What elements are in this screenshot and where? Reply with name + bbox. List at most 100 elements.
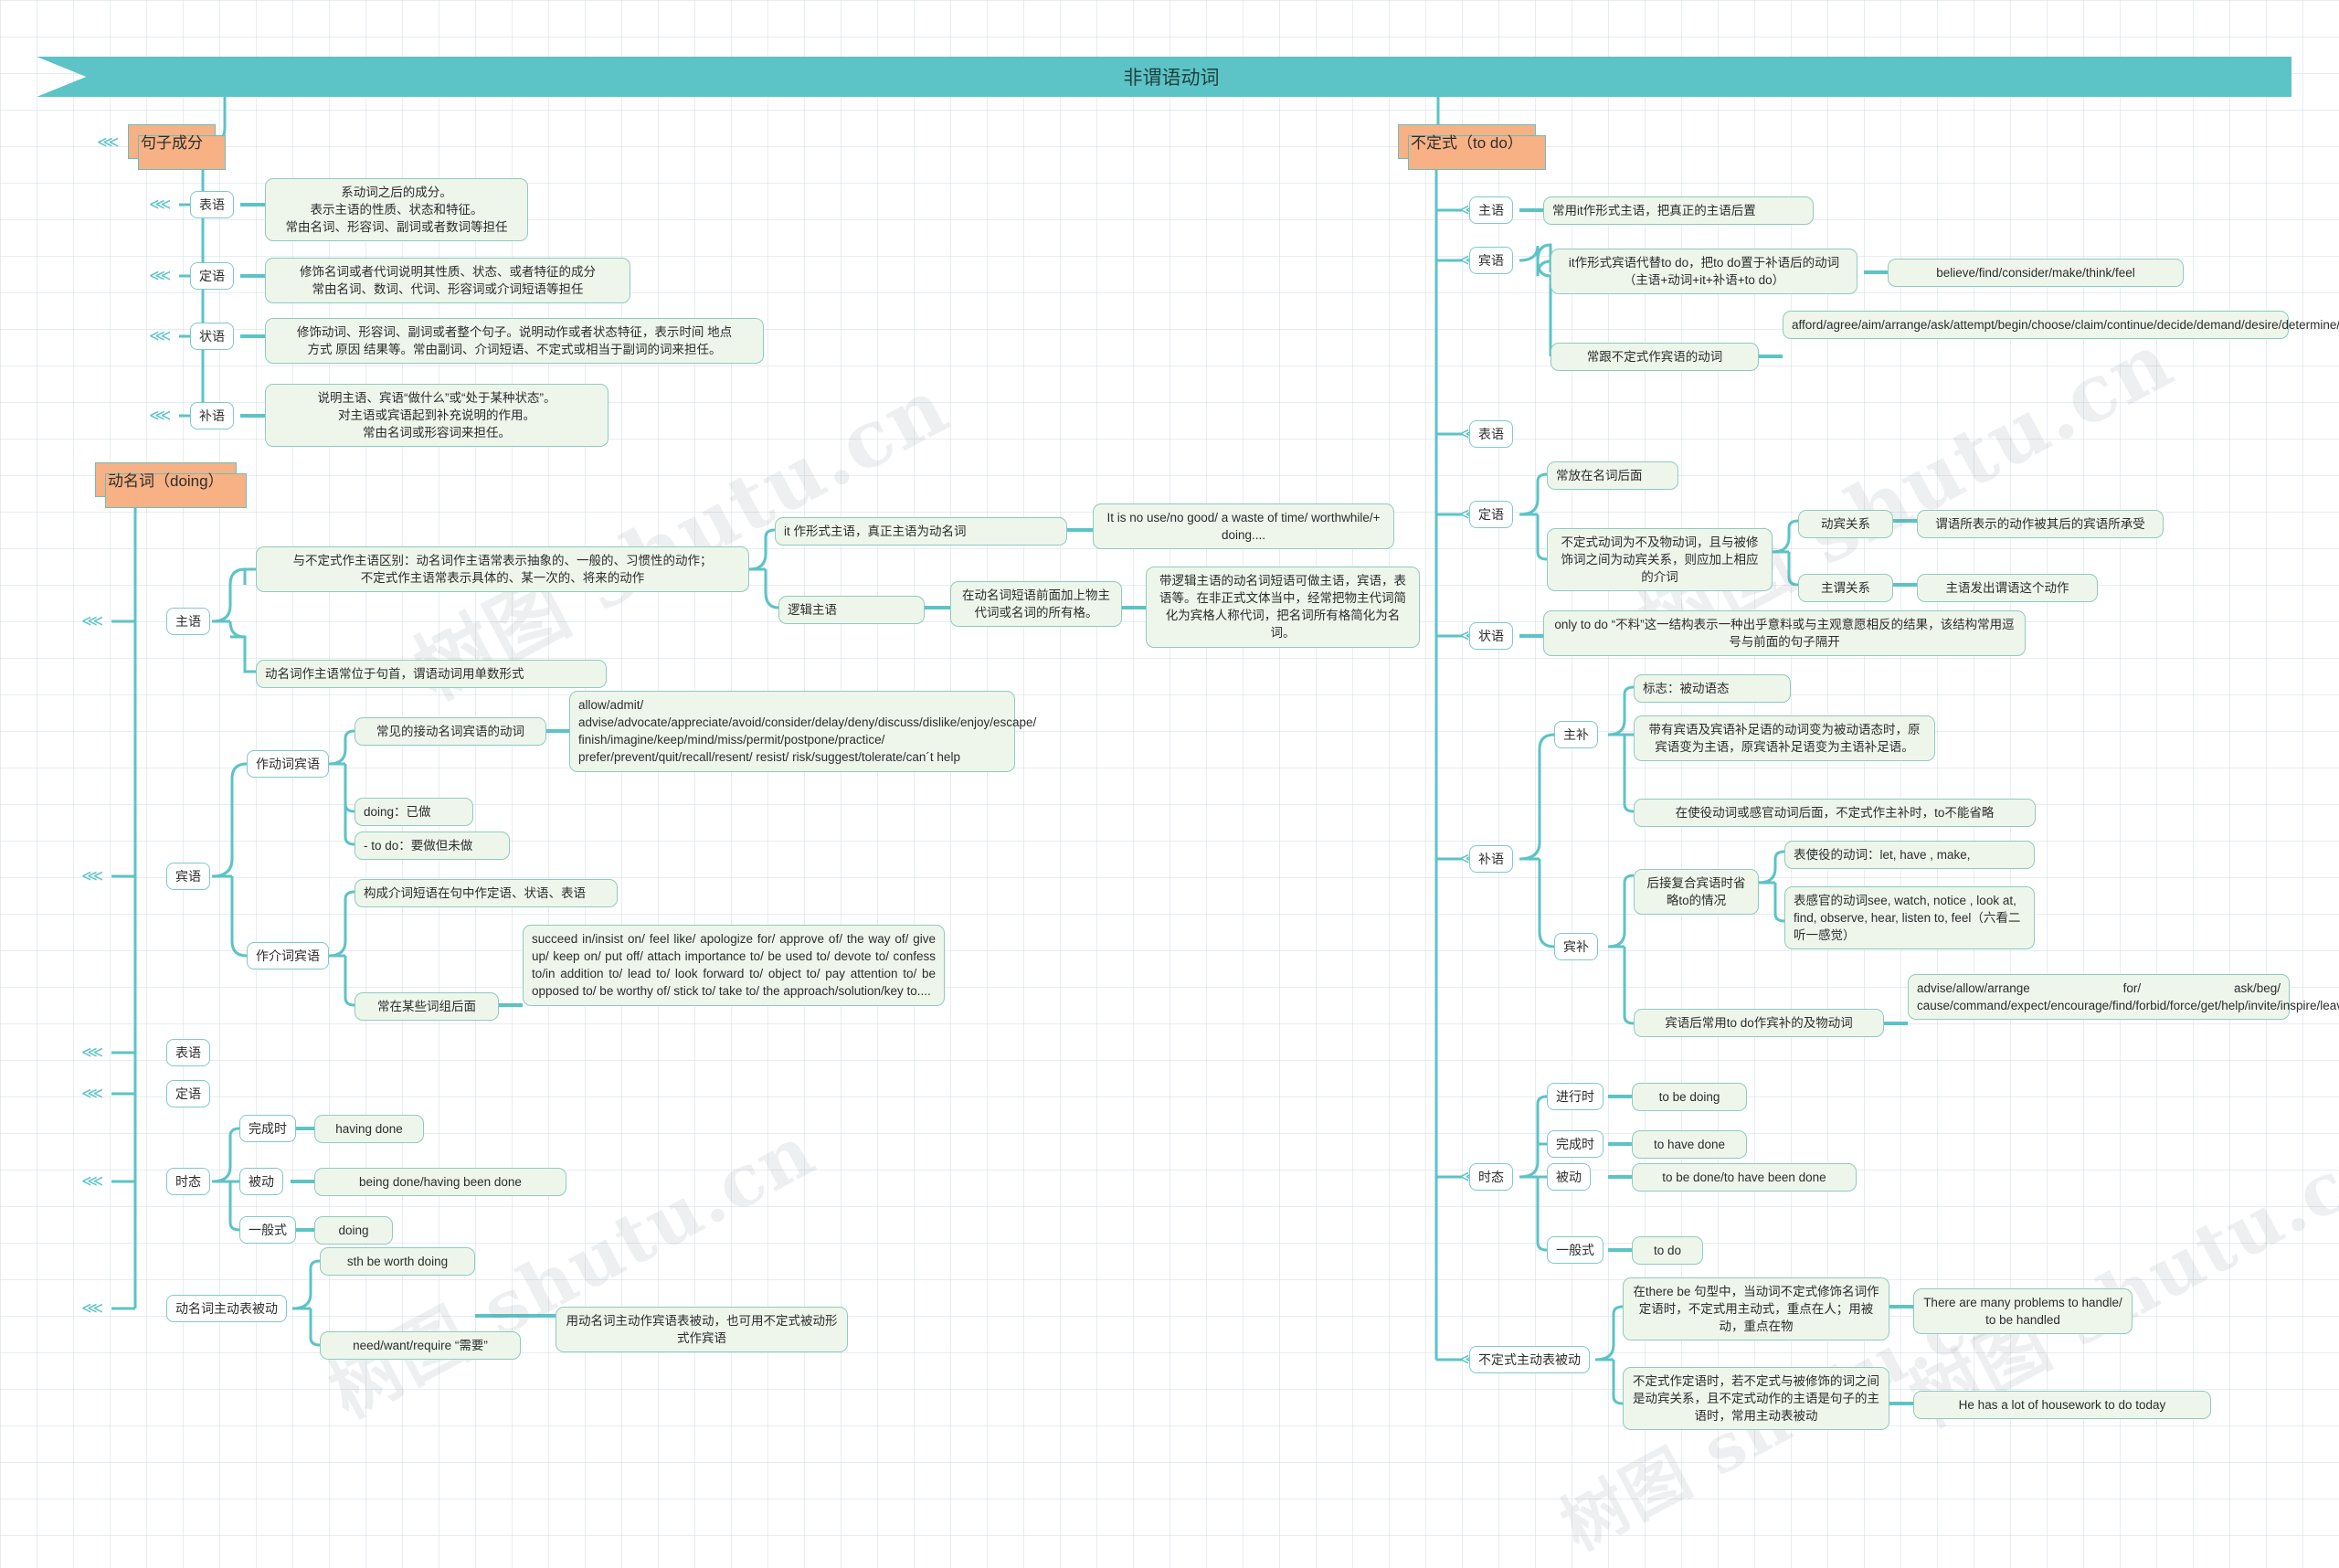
infinitive-attributive-after-noun-box: 常放在名词后面 xyxy=(1547,461,1678,491)
box-text: only to do “不料”这一结构表示一种出乎意料或与主观意愿相反的结果，该… xyxy=(1554,618,2015,650)
box-text: 与不定式作主语区别：动名词作主语常表示抽象的、一般的、习惯性的动作； 不定式作主… xyxy=(292,554,713,586)
branch-arrow-icon: ⋘ xyxy=(81,1172,103,1191)
pill-label: 作介词宾语 xyxy=(256,948,320,963)
sidebar-item-attributive[interactable]: 定语 xyxy=(190,262,234,290)
box-text: need/want/require “需要” xyxy=(353,1339,488,1352)
sidebar-item-adverbial[interactable]: 状语 xyxy=(190,323,234,350)
box-text: to be doing xyxy=(1658,1090,1720,1104)
branch-arrow-icon: ⋘ xyxy=(149,267,171,285)
branch-arrow-icon: ⋘ xyxy=(81,1044,103,1062)
infinitive-predicative-node[interactable]: 表语 xyxy=(1469,420,1513,448)
infinitive-tense-progressive[interactable]: 进行时 xyxy=(1547,1083,1603,1110)
pill-label: 主语 xyxy=(175,614,201,629)
box-text: 在there be 句型中，当动词不定式修饰名词作定语时，不定式用主动式，重点在… xyxy=(1633,1285,1879,1334)
root-node-sentence-parts[interactable]: 句子成分 xyxy=(128,124,226,170)
gerund-prep-object-node[interactable]: 作介词宾语 xyxy=(247,942,329,969)
box-text: 修饰动词、形容词、副词或者整个句子。说明动作或者状态特征，表示时间 地点 方式 … xyxy=(296,325,733,357)
box-text: 构成介词短语在句中作定语、状语、表语 xyxy=(364,886,586,900)
infinitive-perception-verbs-box: 表感官的动词see, watch, notice , look at, find… xyxy=(1784,886,2035,950)
box-text: 动名词作主语常位于句首，谓语动词用单数形式 xyxy=(265,667,524,681)
gerund-logical-subject-detail-box: 带逻辑主语的动名词短语可做主语，宾语，表语等。在非正式文体当中，经常把物主代词简… xyxy=(1146,567,1420,648)
root-node-infinitive[interactable]: 不定式（to do） xyxy=(1398,124,1546,170)
pill-label: 被动 xyxy=(1556,1170,1582,1184)
box-text: 常在某些词组后面 xyxy=(377,1000,476,1013)
box-text: sth be worth doing xyxy=(346,1255,449,1268)
infinitive-active-passive-item1-example: He has a lot of housework to do today xyxy=(1913,1391,2211,1420)
infinitive-causative-verbs-box: 表使役的动词：let, have , make, xyxy=(1784,841,2035,870)
gerund-subject-position-box: 动名词作主语常位于句首，谓语动词用单数形式 xyxy=(256,660,607,689)
pill-label: 表语 xyxy=(175,1045,201,1060)
box-text: 说明主语、宾语“做什么”或“处于某种状态”。 对主语或宾语起到补充说明的作用。 … xyxy=(317,391,556,440)
infinitive-formal-object-verbs-box: believe/find/consider/make/think/feel xyxy=(1888,259,2184,288)
branch-arrow-icon: ⋘ xyxy=(149,327,171,345)
gerund-subject-node[interactable]: 主语 xyxy=(166,608,210,635)
box-text: 在使役动词或感官动词后面，不定式作主补时，to不能省略 xyxy=(1675,806,1995,820)
infinitive-active-passive-node[interactable]: 不定式主动表被动 xyxy=(1469,1346,1590,1373)
pill-label: 完成时 xyxy=(1556,1137,1594,1151)
sidebar-item-predicative[interactable]: 表语 xyxy=(190,191,234,218)
sidebar-item-complement[interactable]: 补语 xyxy=(190,402,234,429)
gerund-doing-box: doing：已做 xyxy=(355,798,473,827)
gerund-predicative-node[interactable]: 表语 xyxy=(166,1039,210,1066)
infinitive-object-complement-node[interactable]: 宾补 xyxy=(1554,933,1598,960)
pill-label: 状语 xyxy=(199,329,225,344)
branch-arrow-icon: ⋘ xyxy=(81,867,103,885)
infinitive-tense-perfect-value: to have done xyxy=(1632,1130,1747,1160)
infinitive-subject-complement-text2-box: 在使役动词或感官动词后面，不定式作主补时，to不能省略 xyxy=(1634,799,2036,828)
infinitive-subject-complement-mark-box: 标志：被动语态 xyxy=(1634,674,1791,704)
infinitive-object-node[interactable]: 宾语 xyxy=(1469,247,1513,274)
infinitive-tense-passive-value: to be done/to have been done xyxy=(1632,1163,1857,1192)
gerund-attributive-node[interactable]: 定语 xyxy=(166,1080,210,1107)
box-text: 动宾关系 xyxy=(1821,517,1870,531)
box-text: allow/admit/ advise/advocate/appreciate/… xyxy=(578,698,1037,765)
infinitive-formal-object-box: it作形式宾语代替to do，把to do置于补语后的动词（主语+动词+it+补… xyxy=(1551,249,1857,295)
infinitive-tense-simple-value: to do xyxy=(1632,1236,1703,1266)
box-text: 表感官的动词see, watch, notice , look at, find… xyxy=(1794,894,2021,943)
box-text: 常用it作形式主语，把真正的主语后置 xyxy=(1552,204,1756,217)
infinitive-active-passive-item0-example: There are many problems to handle/ to be… xyxy=(1913,1288,2133,1335)
gerund-tense-node[interactable]: 时态 xyxy=(166,1168,210,1195)
infinitive-tense-simple[interactable]: 一般式 xyxy=(1547,1236,1603,1264)
gerund-object-node[interactable]: 宾语 xyxy=(166,863,210,890)
gerund-tense-simple-value: doing xyxy=(314,1216,393,1245)
infinitive-subject-box: 常用it作形式主语，把真正的主语后置 xyxy=(1543,196,1814,226)
infinitive-tense-perfect[interactable]: 完成时 xyxy=(1547,1130,1603,1158)
root-label: 不定式（to do） xyxy=(1411,134,1523,152)
box-text: 后接复合宾语时省略to的情况 xyxy=(1646,876,1746,908)
gerund-formal-subject-label-box: it 作形式主语，真正主语为动名词 xyxy=(775,517,1067,546)
gerund-tense-passive-value: being done/having been done xyxy=(314,1168,566,1197)
infinitive-tense-node[interactable]: 时态 xyxy=(1469,1163,1513,1191)
box-text: 系动词之后的成分。 表示主语的性质、状态和特征。 常由名词、形容词、副词或者数词… xyxy=(285,185,508,235)
box-text: having done xyxy=(335,1122,403,1136)
gerund-tense-perfect[interactable]: 完成时 xyxy=(239,1115,296,1142)
infinitive-subject-node[interactable]: 主语 xyxy=(1469,196,1513,224)
pill-label: 宾语 xyxy=(1478,253,1504,268)
box-text: 不定式动词为不及物动词，且与被修饰词之间为动宾关系，则应加上相应的介词 xyxy=(1561,535,1759,585)
pill-label: 时态 xyxy=(175,1174,201,1189)
box-text: afford/agree/aim/arrange/ask/attempt/beg… xyxy=(1792,318,2339,332)
infinitive-subject-complement-node[interactable]: 主补 xyxy=(1554,721,1598,748)
root-node-gerund[interactable]: 动名词（doing） xyxy=(95,462,247,508)
box-text: 表使役的动词：let, have , make, xyxy=(1794,848,1971,862)
infinitive-adverbial-node[interactable]: 状语 xyxy=(1469,622,1513,650)
gerund-tense-passive[interactable]: 被动 xyxy=(239,1168,283,1195)
infinitive-tense-passive[interactable]: 被动 xyxy=(1547,1163,1591,1191)
infinitive-relation-verb-object-value: 谓语所表示的动作被其后的宾语所承受 xyxy=(1917,510,2164,539)
infinitive-attributive-node[interactable]: 定语 xyxy=(1469,501,1513,528)
box-text: 用动名词主动作宾语表被动，也可用不定式被动形式作宾语 xyxy=(566,1314,838,1346)
pill-label: 表语 xyxy=(1478,427,1504,441)
content-box-adverbial: 修饰动词、形容词、副词或者整个句子。说明动作或者状态特征，表示时间 地点 方式 … xyxy=(265,318,764,365)
box-text: 宾语后常用to do作宾补的及物动词 xyxy=(1665,1016,1853,1030)
box-text: it作形式宾语代替to do，把to do置于补语后的动词（主语+动词+it+补… xyxy=(1568,256,1840,288)
box-text: to do xyxy=(1653,1244,1682,1257)
gerund-tense-simple[interactable]: 一般式 xyxy=(239,1216,296,1244)
infinitive-complement-node[interactable]: 补语 xyxy=(1469,845,1513,873)
pill-label: 作动词宾语 xyxy=(256,757,320,771)
pill-label: 表语 xyxy=(199,197,225,212)
root-label: 动名词（doing） xyxy=(108,472,224,490)
gerund-verb-object-node[interactable]: 作动词宾语 xyxy=(247,750,329,778)
branch-arrow-icon: ⋘ xyxy=(97,133,119,152)
gerund-active-passive-node[interactable]: 动名词主动表被动 xyxy=(166,1295,287,1322)
pill-label: 动名词主动表被动 xyxy=(175,1301,278,1316)
gerund-active-passive-note: 用动名词主动作宾语表被动，也可用不定式被动形式作宾语 xyxy=(556,1307,848,1353)
